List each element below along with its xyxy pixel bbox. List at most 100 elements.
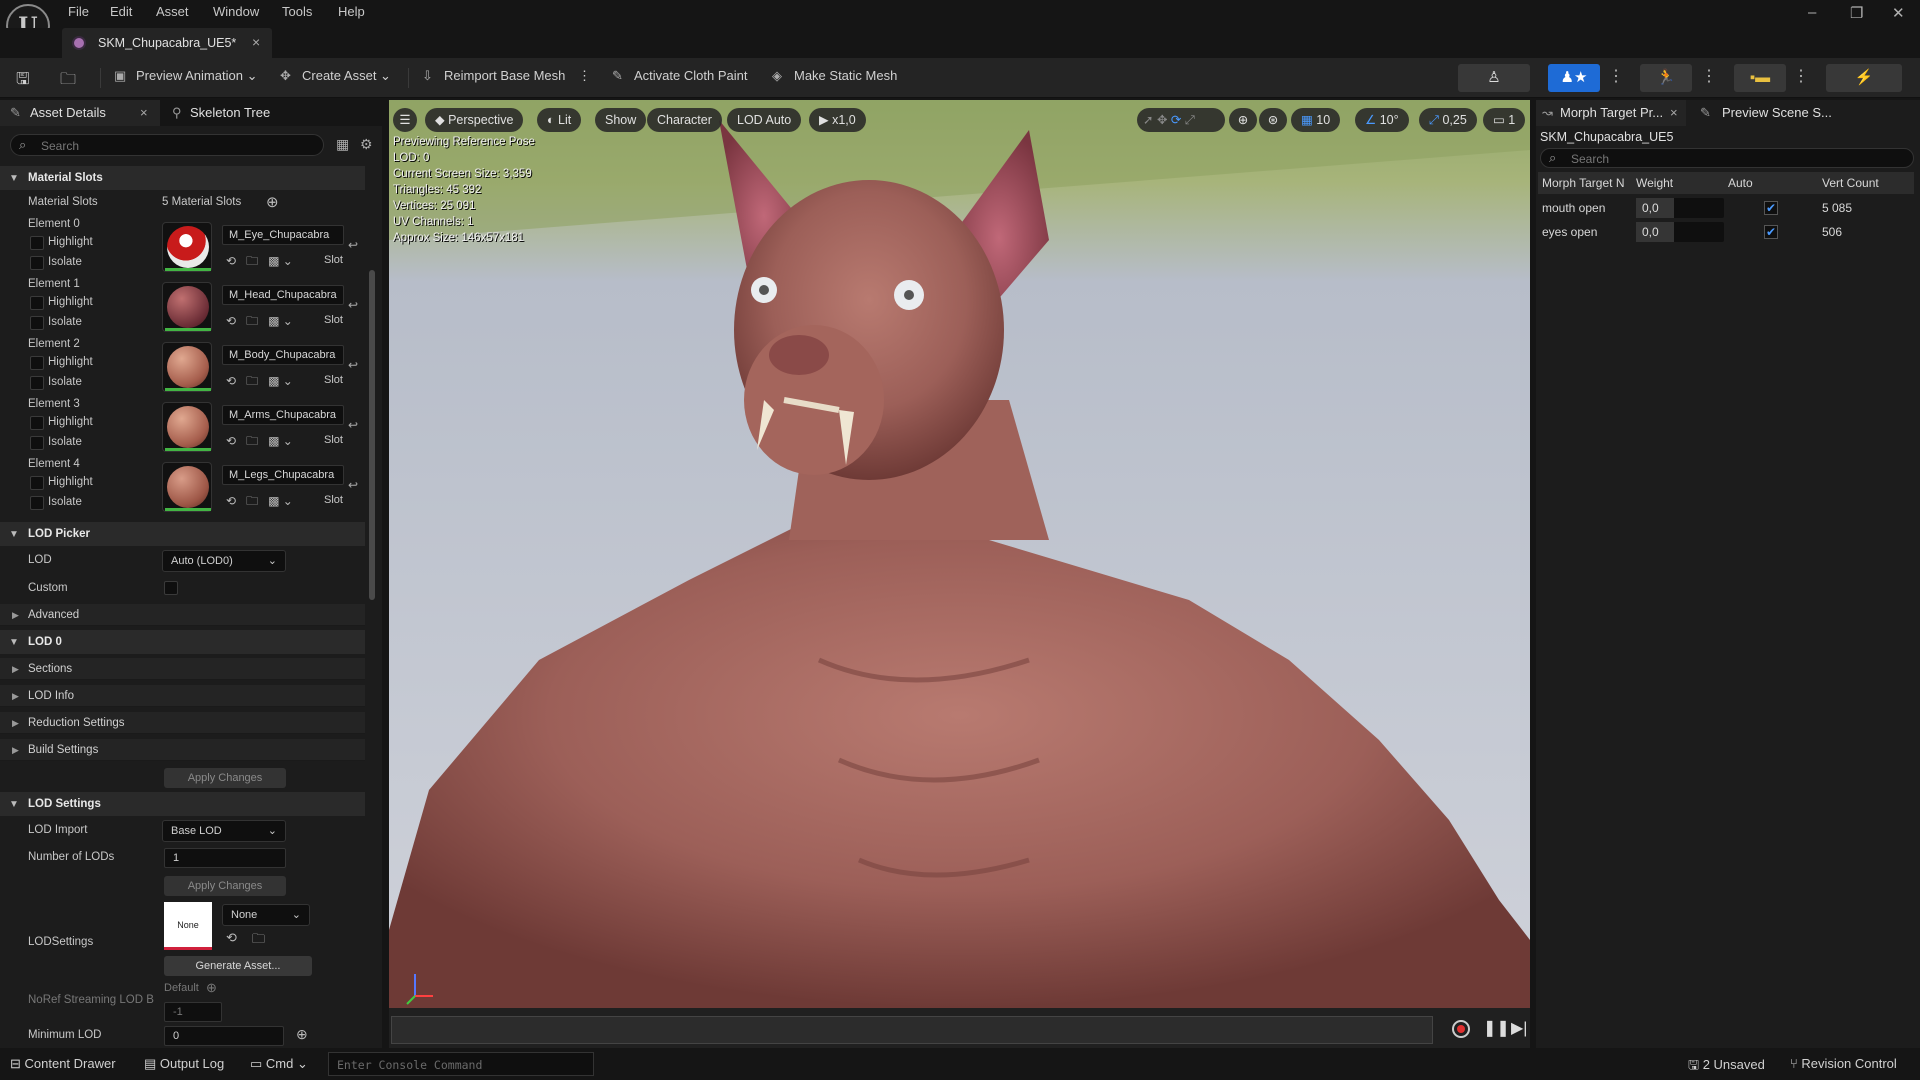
add-slot-icon[interactable]: ⊕ <box>266 193 279 211</box>
checker-icon[interactable]: ▩ <box>268 254 279 268</box>
highlight-checkbox[interactable] <box>30 356 44 370</box>
custom-checkbox[interactable] <box>164 581 178 595</box>
lod-auto-button[interactable]: LOD Auto <box>727 108 802 132</box>
column-morph-target-name[interactable]: Morph Target N <box>1542 176 1624 190</box>
material-slots-header[interactable]: ▼ Material Slots <box>0 166 365 190</box>
skeleton-mode-button[interactable]: ♙ <box>1458 64 1530 92</box>
weight-slider[interactable]: 0,0 <box>1636 222 1724 242</box>
material-name-field[interactable]: M_Body_Chupacabra <box>222 345 344 365</box>
checker-icon[interactable]: ▩ <box>268 374 279 388</box>
lod-settings-apply-changes-button[interactable]: Apply Changes <box>164 876 286 896</box>
close-tab-icon[interactable]: × <box>1670 100 1678 126</box>
column-auto[interactable]: Auto <box>1728 176 1753 190</box>
add-platform-override-icon[interactable]: ⊕ <box>296 1026 308 1043</box>
unsaved-button[interactable]: 🖫 2 Unsaved <box>1688 1056 1765 1078</box>
close-window-button[interactable]: ✕ <box>1892 4 1905 22</box>
local-space-icon[interactable]: ⊕ <box>1229 108 1257 132</box>
animation-mode-options-icon[interactable]: ⋮ <box>1701 66 1717 86</box>
material-name-field[interactable]: M_Eye_Chupacabra <box>222 225 344 245</box>
isolate-checkbox[interactable] <box>30 496 44 510</box>
auto-checkbox[interactable]: ✔ <box>1764 225 1778 239</box>
tab-asset-details[interactable]: ✎ Asset Details × <box>0 100 160 126</box>
lod-settings-header[interactable]: ▼ LOD Settings <box>0 792 365 816</box>
details-scrollbar[interactable] <box>369 270 375 600</box>
chevron-down-icon[interactable]: ⌄ <box>283 314 293 328</box>
material-thumbnail[interactable] <box>162 462 212 512</box>
menu-tools[interactable]: Tools <box>282 4 312 19</box>
step-forward-icon[interactable]: ▶| <box>1511 1018 1527 1038</box>
lit-button[interactable]: ◐ Lit <box>537 108 582 132</box>
tab-preview-scene-settings[interactable]: ✎ Preview Scene S... <box>1700 100 1850 126</box>
use-selected-icon[interactable]: ⟲ <box>226 374 236 388</box>
chevron-down-icon[interactable]: ⌄ <box>283 374 293 388</box>
show-button[interactable]: Show <box>595 108 647 132</box>
gear-icon[interactable]: ⚙ <box>360 136 373 153</box>
use-selected-icon[interactable]: ⟲ <box>226 314 236 328</box>
browse-icon[interactable]: 🗀 <box>246 494 258 508</box>
animation-mode-button[interactable]: 🏃 <box>1640 64 1692 92</box>
revision-control-button[interactable]: ⑂ Revision Control <box>1790 1056 1897 1071</box>
sections-row[interactable]: ▶ Sections <box>0 658 365 680</box>
lodsettings-asset-dropdown[interactable]: None ⌄ <box>222 904 310 926</box>
playback-speed-button[interactable]: ▶ x1,0 <box>809 108 866 132</box>
material-thumbnail[interactable] <box>162 402 212 452</box>
menu-window[interactable]: Window <box>213 4 259 19</box>
column-weight[interactable]: Weight <box>1636 176 1673 190</box>
browse-icon[interactable]: 🗀 <box>246 434 258 448</box>
add-override-icon[interactable]: ⊕ <box>206 980 217 996</box>
generate-asset-button[interactable]: Generate Asset... <box>164 956 312 976</box>
close-tab-icon[interactable]: × <box>252 34 260 50</box>
preview-viewport[interactable]: ☰ ◆ Perspective ◐ Lit Show Character LOD… <box>389 100 1530 1008</box>
material-name-field[interactable]: M_Arms_Chupacabra <box>222 405 344 425</box>
activate-cloth-paint-button[interactable]: ✎ Activate Cloth Paint <box>612 68 747 84</box>
create-asset-button[interactable]: ✥ Create Asset ⌄ <box>280 68 391 84</box>
lod-dropdown[interactable]: Auto (LOD0) ⌄ <box>162 550 286 572</box>
menu-help[interactable]: Help <box>338 4 365 19</box>
highlight-checkbox[interactable] <box>30 236 44 250</box>
output-log-button[interactable]: ▤ Output Log <box>144 1056 224 1072</box>
browse-icon[interactable]: 🗀 <box>246 254 258 268</box>
browse-asset-icon[interactable]: 🗀 <box>60 68 76 95</box>
grid-snap-button[interactable]: ▦ 10 <box>1291 108 1341 132</box>
material-name-field[interactable]: M_Head_Chupacabra <box>222 285 344 305</box>
restore-button[interactable]: ❐ <box>1850 4 1863 22</box>
tab-morph-target-preview[interactable]: ↝ Morph Target Pr... × <box>1536 100 1686 126</box>
reset-to-default-icon[interactable]: ↩ <box>348 358 358 372</box>
use-selected-icon[interactable]: ⟲ <box>226 254 236 268</box>
highlight-checkbox[interactable] <box>30 416 44 430</box>
use-selected-icon[interactable]: ⟲ <box>226 930 237 946</box>
character-button[interactable]: Character <box>647 108 722 132</box>
checker-icon[interactable]: ▩ <box>268 494 279 508</box>
browse-icon[interactable]: 🗀 <box>246 314 258 328</box>
browse-icon[interactable]: 🗀 <box>246 374 258 388</box>
checker-icon[interactable]: ▩ <box>268 434 279 448</box>
menu-edit[interactable]: Edit <box>110 4 132 19</box>
isolate-checkbox[interactable] <box>30 316 44 330</box>
make-static-mesh-button[interactable]: ◈ Make Static Mesh <box>772 68 897 84</box>
reset-to-default-icon[interactable]: ↩ <box>348 238 358 252</box>
lod0-apply-changes-button[interactable]: Apply Changes <box>164 768 286 788</box>
advanced-row[interactable]: ▶ Advanced <box>0 604 365 626</box>
use-selected-icon[interactable]: ⟲ <box>226 434 236 448</box>
reset-to-default-icon[interactable]: ↩ <box>348 418 358 432</box>
surface-snap-icon[interactable]: ⊛ <box>1259 108 1287 132</box>
lod-info-row[interactable]: ▶ LOD Info <box>0 685 365 707</box>
record-button[interactable] <box>1452 1020 1470 1038</box>
physics-mode-button[interactable]: ⚡ <box>1826 64 1902 92</box>
reimport-options-icon[interactable]: ⋮ <box>578 68 591 84</box>
browse-icon[interactable]: 🗀 <box>252 930 265 952</box>
table-view-icon[interactable]: ▦ <box>336 136 349 153</box>
minimize-button[interactable]: – <box>1808 4 1816 21</box>
close-tab-icon[interactable]: × <box>140 100 148 126</box>
mesh-mode-button[interactable]: ♟★ <box>1548 64 1600 92</box>
scale-snap-button[interactable]: ⤢ 0,25 <box>1419 108 1477 132</box>
material-thumbnail[interactable] <box>162 282 212 332</box>
build-settings-row[interactable]: ▶ Build Settings <box>0 739 365 761</box>
use-selected-icon[interactable]: ⟲ <box>226 494 236 508</box>
viewport-menu-icon[interactable]: ☰ <box>393 108 417 132</box>
isolate-checkbox[interactable] <box>30 436 44 450</box>
weight-slider[interactable]: 0,0 <box>1636 198 1724 218</box>
number-of-lods-input[interactable]: 1 <box>164 848 286 868</box>
save-icon[interactable]: 🖫 <box>16 68 30 95</box>
timeline-scrubber[interactable] <box>391 1016 1433 1044</box>
